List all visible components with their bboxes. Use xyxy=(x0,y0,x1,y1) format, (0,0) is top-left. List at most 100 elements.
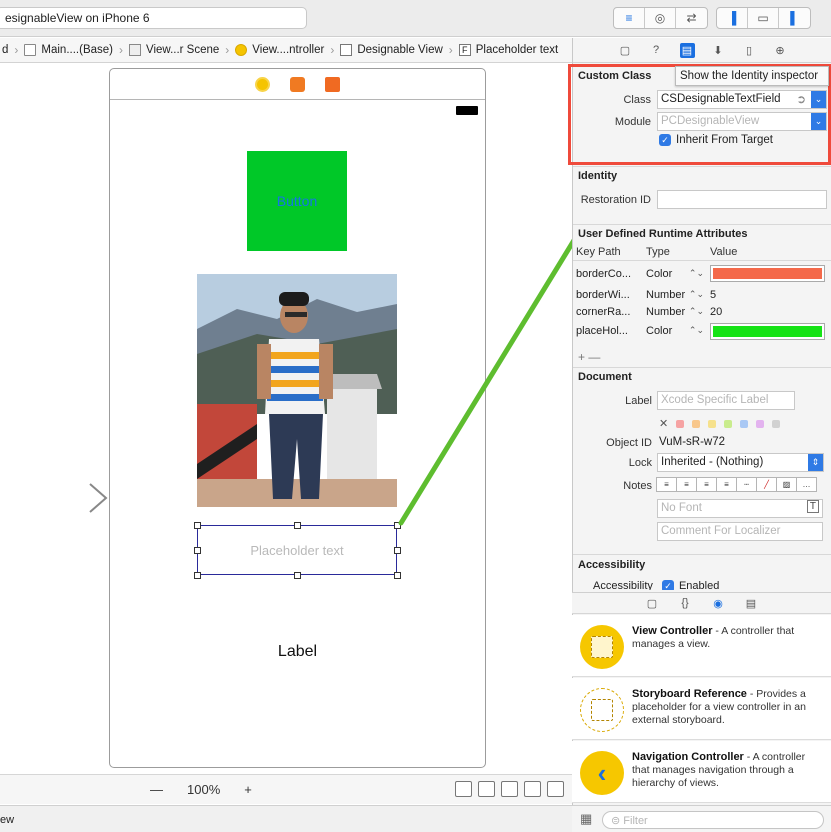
update-frames-icon[interactable] xyxy=(455,781,472,797)
breadcrumb-item[interactable]: Main....(Base) xyxy=(22,44,115,56)
grid-view-icon[interactable]: ▦ xyxy=(580,811,592,827)
color-label-gray[interactable] xyxy=(772,419,781,428)
chevron-down-icon[interactable]: ⌄ xyxy=(811,113,826,130)
profile-photo[interactable] xyxy=(197,274,397,507)
library-item-navigation-controller[interactable]: ‹ Navigation Controller - A controller t… xyxy=(572,741,831,803)
table-row[interactable]: borderCo... Color ⌃⌄ xyxy=(573,261,831,286)
more-options-icon[interactable]: … xyxy=(796,477,817,492)
text-color-icon[interactable]: ▨ xyxy=(776,477,797,492)
type-cell[interactable]: Color ⌃⌄ xyxy=(640,325,706,337)
editor-mode-segmented-control[interactable]: ≡ ◎ ⇄ xyxy=(613,7,708,29)
stepper-icon[interactable]: ⌃⌄ xyxy=(689,306,704,317)
key-path-cell[interactable]: borderWi... xyxy=(573,289,640,301)
pin-icon[interactable] xyxy=(524,781,541,797)
color-label-red[interactable] xyxy=(676,419,685,428)
go-to-class-icon[interactable]: ➲ xyxy=(796,92,806,106)
key-path-cell[interactable]: cornerRa... xyxy=(573,306,640,318)
breadcrumb-item[interactable]: F Placeholder text xyxy=(457,44,560,56)
no-color-icon[interactable]: ✕ xyxy=(659,417,668,430)
designable-button[interactable]: Button xyxy=(247,151,347,251)
chevron-updown-icon[interactable]: ⇕ xyxy=(808,454,823,471)
file-inspector-icon[interactable]: ▢ xyxy=(618,43,633,58)
version-editor-icon[interactable]: ⇄ xyxy=(676,8,707,28)
library-item-storyboard-reference[interactable]: Storyboard Reference - Provides a placeh… xyxy=(572,678,831,740)
code-snippet-library-icon[interactable]: {} xyxy=(678,596,693,611)
key-path-cell[interactable]: borderCo... xyxy=(573,268,640,280)
assistant-editor-icon[interactable]: ◎ xyxy=(645,8,676,28)
type-cell[interactable]: Number ⌃⌄ xyxy=(640,306,706,318)
localizer-comment-field[interactable]: Comment For Localizer xyxy=(657,522,823,541)
color-label-blue[interactable] xyxy=(740,419,749,428)
color-label-purple[interactable] xyxy=(756,419,765,428)
align-center-icon[interactable]: ≡ xyxy=(676,477,697,492)
color-well[interactable] xyxy=(710,322,825,340)
media-library-icon[interactable]: ▤ xyxy=(744,596,759,611)
type-cell[interactable]: Color ⌃⌄ xyxy=(640,268,706,280)
navigator-panel-icon[interactable]: ▐ xyxy=(717,8,748,28)
breadcrumb-item[interactable]: Designable View xyxy=(338,44,444,56)
justify-icon[interactable]: ≡ xyxy=(716,477,737,492)
inherit-from-target-checkbox[interactable]: ✓ Inherit From Target xyxy=(659,134,773,146)
document-label-field[interactable]: Xcode Specific Label xyxy=(657,391,795,410)
resize-handle[interactable] xyxy=(194,522,201,529)
value-cell[interactable] xyxy=(706,322,831,340)
key-path-cell[interactable]: placeHol... xyxy=(573,325,640,337)
type-cell[interactable]: Number ⌃⌄ xyxy=(640,289,706,301)
color-label-orange[interactable] xyxy=(692,419,701,428)
label-view[interactable]: Label xyxy=(110,643,485,661)
breadcrumb-item[interactable]: d xyxy=(0,44,10,56)
zoom-in-button[interactable]: + xyxy=(232,782,264,797)
stepper-icon[interactable]: ⌃⌄ xyxy=(689,325,704,336)
font-picker-icon[interactable]: T xyxy=(806,500,819,513)
exit-icon[interactable] xyxy=(325,76,340,92)
module-field[interactable]: PCDesignableView ⌄ xyxy=(657,112,827,131)
color-well[interactable] xyxy=(710,265,825,282)
resize-handle[interactable] xyxy=(194,572,201,579)
resize-handle[interactable] xyxy=(194,547,201,554)
resize-handle[interactable] xyxy=(294,522,301,529)
identity-inspector-icon[interactable]: ▤ xyxy=(679,42,695,58)
class-field[interactable]: CSDesignableTextField ➲ ⌄ xyxy=(657,90,827,109)
zoom-level[interactable]: 100% xyxy=(175,782,232,797)
utilities-panel-icon[interactable]: ▌ xyxy=(779,8,810,28)
table-row[interactable]: borderWi... Number ⌃⌄ 5 xyxy=(573,286,831,303)
lock-popup[interactable]: Inherited - (Nothing) ⇕ xyxy=(657,453,824,472)
notes-font-field[interactable]: No Font T xyxy=(657,499,823,518)
library-item-view-controller[interactable]: View Controller - A controller that mana… xyxy=(572,615,831,677)
stepper-icon[interactable]: ⌃⌄ xyxy=(689,289,704,300)
restoration-id-field[interactable] xyxy=(657,190,827,209)
align-left-icon[interactable]: ≡ xyxy=(656,477,677,492)
add-remove-attribute-buttons[interactable]: + — xyxy=(578,350,600,364)
color-label-yellow[interactable] xyxy=(708,419,717,428)
resize-handle[interactable] xyxy=(394,572,401,579)
resolve-issues-icon[interactable] xyxy=(547,781,564,797)
no-background-icon[interactable]: ╱ xyxy=(756,477,777,492)
file-template-library-icon[interactable]: ▢ xyxy=(645,596,660,611)
align-right-icon[interactable]: ≡ xyxy=(696,477,717,492)
natural-align-icon[interactable]: ┄ xyxy=(736,477,757,492)
attributes-inspector-icon[interactable]: ⬇ xyxy=(711,43,726,58)
size-inspector-icon[interactable]: ▯ xyxy=(742,43,757,58)
value-cell[interactable]: 5 xyxy=(706,289,831,301)
breadcrumb-item[interactable]: View....ntroller xyxy=(233,44,326,56)
chevron-down-icon[interactable]: ⌄ xyxy=(811,91,826,108)
debug-panel-icon[interactable]: ▭ xyxy=(748,8,779,28)
color-label-green[interactable] xyxy=(724,419,733,428)
breadcrumb-item[interactable]: View...r Scene xyxy=(127,44,221,56)
quick-help-icon[interactable]: ? xyxy=(649,43,664,58)
placeholder-textfield[interactable]: Placeholder text xyxy=(197,525,397,575)
first-responder-icon[interactable] xyxy=(290,76,305,92)
table-row[interactable]: placeHol... Color ⌃⌄ xyxy=(573,320,831,342)
library-filter-field[interactable]: ⊜ Filter xyxy=(602,811,824,829)
view-controller-scene[interactable]: Button Placeholder text Label xyxy=(109,68,486,768)
resize-handle[interactable] xyxy=(294,572,301,579)
value-cell[interactable]: 20 xyxy=(706,306,831,318)
object-library-icon[interactable]: ◉ xyxy=(711,596,726,611)
zoom-out-button[interactable]: — xyxy=(138,782,175,797)
panel-toggle-segmented-control[interactable]: ▐ ▭ ▌ xyxy=(716,7,811,29)
table-row[interactable]: cornerRa... Number ⌃⌄ 20 xyxy=(573,303,831,320)
stepper-icon[interactable]: ⌃⌄ xyxy=(689,268,704,279)
stack-icon[interactable] xyxy=(478,781,495,797)
align-icon[interactable] xyxy=(501,781,518,797)
resize-handle[interactable] xyxy=(394,547,401,554)
